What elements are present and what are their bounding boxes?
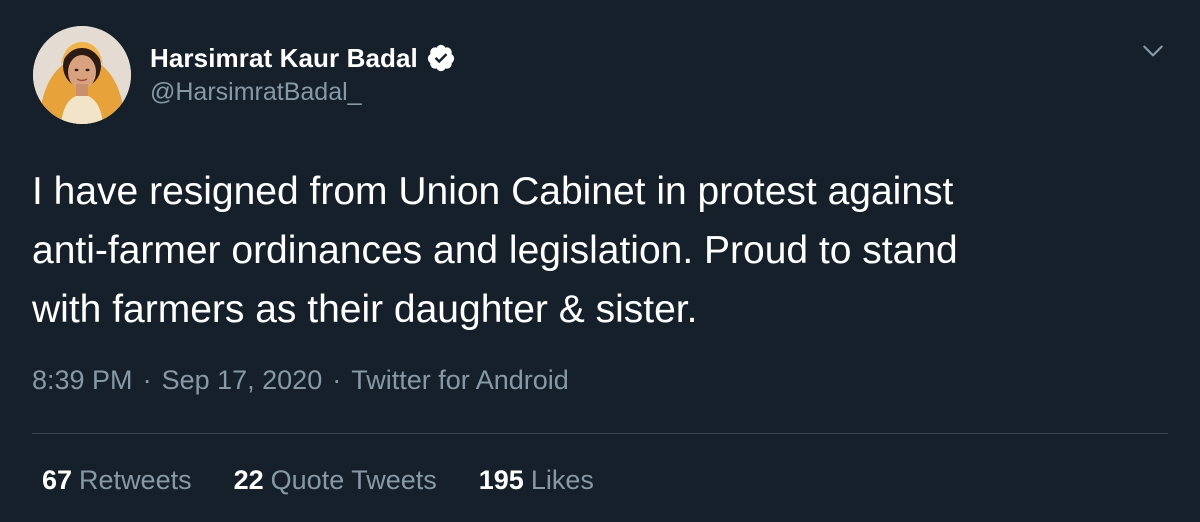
tweet-card: Harsimrat Kaur Badal @HarsimratBadal_ I … [0,0,1200,522]
tweet-metadata: 8:39 PM · Sep 17, 2020 · Twitter for Android [32,365,569,396]
avatar-image [33,26,131,124]
author-handle[interactable]: @HarsimratBadal_ [150,78,362,107]
chevron-down-icon[interactable] [1140,38,1166,64]
meta-separator: · [142,365,152,395]
quote-tweets-label: Quote Tweets [270,465,437,495]
likes-label: Likes [530,465,594,495]
author-name-row: Harsimrat Kaur Badal [150,38,456,78]
retweets-label: Retweets [79,465,192,495]
quote-tweets-stat[interactable]: 22 Quote Tweets [234,465,437,496]
tweet-text-line: anti-farmer ordinances and legislation. … [32,229,958,272]
display-name[interactable]: Harsimrat Kaur Badal [150,43,418,74]
tweet-time[interactable]: 8:39 PM [32,365,133,396]
likes-count: 195 [478,465,524,495]
avatar[interactable] [33,26,131,124]
quote-tweets-count: 22 [233,465,264,495]
retweets-stat[interactable]: 67 Retweets [42,465,192,496]
tweet-text-line: with farmers as their daughter & sister. [32,288,698,331]
verified-badge-icon [426,43,456,73]
likes-stat[interactable]: 195 Likes [479,465,594,496]
meta-separator: · [332,365,342,395]
retweets-count: 67 [42,465,73,495]
tweet-date[interactable]: Sep 17, 2020 [162,365,323,396]
tweet-stats: 67 Retweets 22 Quote Tweets 195 Likes [42,465,636,496]
tweet-source[interactable]: Twitter for Android [351,365,569,396]
divider [32,433,1168,434]
tweet-text: I have resigned from Union Cabinet in pr… [32,162,1152,339]
tweet-text-line: I have resigned from Union Cabinet in pr… [32,170,954,213]
